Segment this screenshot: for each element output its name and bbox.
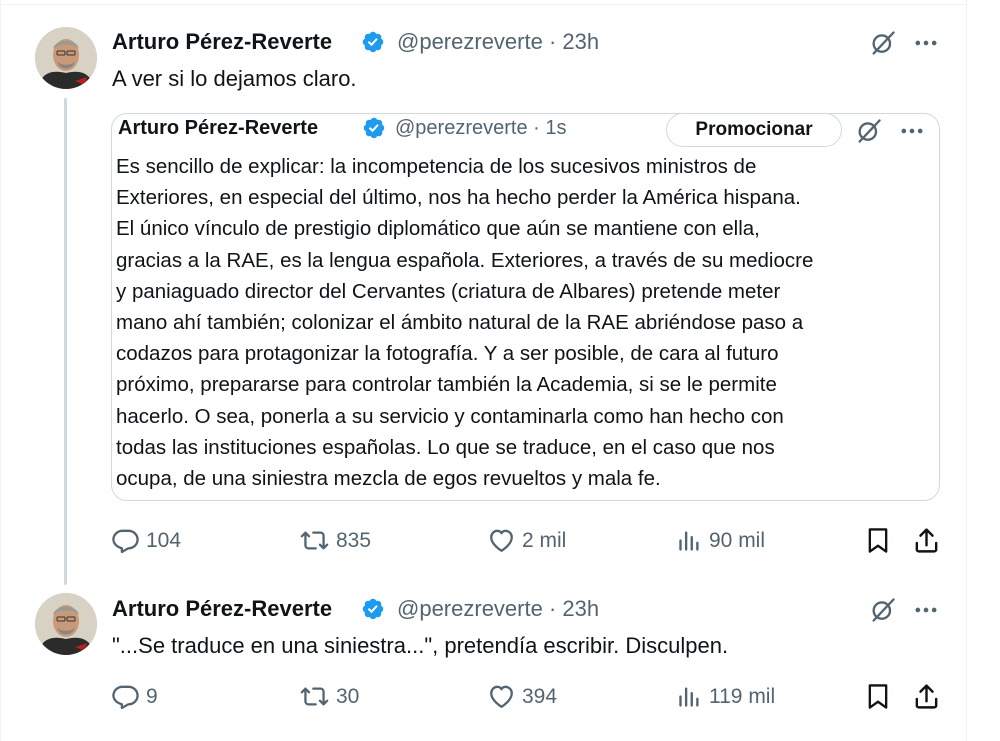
reply-button[interactable]: 9: [111, 682, 158, 711]
handle-text[interactable]: @perezreverte: [397, 29, 543, 54]
views-icon: [676, 682, 703, 711]
more-icon[interactable]: [898, 117, 926, 145]
repost-icon: [299, 526, 330, 555]
repost-count: 30: [336, 684, 360, 708]
avatar-image: [35, 27, 97, 89]
verified-badge-icon[interactable]: [361, 30, 385, 54]
author-handle[interactable]: @perezreverte · 23h: [397, 596, 599, 622]
handle-text[interactable]: @perezreverte: [397, 596, 543, 621]
author-name[interactable]: Arturo Pérez-Reverte: [112, 596, 332, 622]
grok-icon[interactable]: [869, 596, 897, 624]
share-icon[interactable]: [912, 526, 941, 555]
reply-count: 9: [146, 684, 158, 708]
quoted-author-name[interactable]: Arturo Pérez-Reverte: [118, 117, 318, 140]
more-icon[interactable]: [912, 596, 940, 624]
like-icon: [487, 682, 516, 711]
views-button[interactable]: 90 mil: [676, 526, 765, 555]
separator-dot: ·: [548, 596, 557, 621]
quoted-text-line: próximo, prepararse para controlar tambi…: [116, 373, 777, 397]
like-button[interactable]: 2 mil: [487, 526, 566, 555]
quoted-text-line: hacerlo. O sea, ponerla a su servicio y …: [116, 404, 784, 428]
reply-button[interactable]: 104: [111, 526, 181, 555]
like-count: 394: [522, 684, 558, 708]
reply-icon: [111, 682, 140, 711]
handle-text[interactable]: @perezreverte: [395, 117, 528, 139]
timeline-left-border: [0, 0, 1, 741]
quoted-text-line: gracias a la RAE, es la lengua española.…: [116, 248, 814, 272]
bookmark-icon[interactable]: [864, 526, 892, 555]
separator-dot: ·: [548, 29, 557, 54]
verified-badge-icon[interactable]: [361, 597, 385, 621]
quoted-text-line: y paniaguado director del Cervantes (cri…: [116, 279, 781, 303]
quoted-text-line: El único vínculo de prestigio diplomátic…: [116, 217, 760, 241]
promote-button[interactable]: Promocionar: [666, 113, 842, 147]
timeline-top-border: [0, 4, 967, 5]
quoted-text-line: Es sencillo de explicar: la incompetenci…: [116, 155, 757, 178]
views-count: 90 mil: [709, 528, 766, 552]
reply-count: 104: [146, 528, 182, 552]
author-handle[interactable]: @perezreverte · 23h: [397, 29, 599, 55]
views-icon: [676, 526, 703, 555]
quoted-author-handle[interactable]: @perezreverte · 1s: [395, 117, 567, 140]
reply-icon: [111, 526, 140, 555]
bookmark-icon[interactable]: [864, 682, 892, 711]
quoted-text-line: todas las instituciones españolas. Lo qu…: [116, 435, 775, 459]
like-button[interactable]: 394: [487, 682, 557, 711]
grok-icon[interactable]: [855, 117, 883, 145]
avatar[interactable]: [35, 593, 97, 655]
timestamp[interactable]: 23h: [562, 29, 599, 54]
quoted-tweet[interactable]: Arturo Pérez-Reverte @perezreverte · 1s …: [111, 113, 940, 501]
separator-dot: ·: [533, 117, 540, 139]
repost-icon: [299, 682, 330, 711]
author-name[interactable]: Arturo Pérez-Reverte: [112, 29, 332, 55]
timestamp[interactable]: 23h: [562, 596, 599, 621]
verified-badge-icon[interactable]: [362, 116, 386, 140]
timeline-right-border: [966, 0, 967, 741]
tweet-text: A ver si lo dejamos claro.: [112, 66, 357, 91]
views-button[interactable]: 119 mil: [676, 682, 775, 711]
repost-button[interactable]: 835: [299, 526, 371, 555]
like-icon: [487, 526, 516, 555]
share-icon[interactable]: [912, 682, 941, 711]
like-count: 2 mil: [522, 528, 567, 552]
repost-count: 835: [336, 528, 372, 552]
avatar[interactable]: [35, 27, 97, 89]
thread-connector-line: [64, 98, 67, 585]
grok-icon[interactable]: [869, 29, 897, 57]
views-count: 119 mil: [709, 684, 776, 708]
tweet-text: "...Se traduce en una siniestra...", pre…: [112, 633, 729, 658]
avatar-image: [35, 593, 97, 655]
timestamp[interactable]: 1s: [545, 117, 566, 139]
quoted-text-line: ocupa, de una siniestra mezcla de egos r…: [116, 467, 661, 491]
quoted-text-line: codazos para protagonizar la fotografía.…: [116, 342, 779, 366]
quoted-text-line: Exteriores, en especial del último, nos …: [116, 186, 801, 210]
more-icon[interactable]: [912, 29, 940, 57]
quoted-tweet-text: Es sencillo de explicar: la incompetenci…: [116, 151, 938, 494]
quoted-text-line: mano ahí también; colonizar el ámbito na…: [116, 311, 804, 335]
repost-button[interactable]: 30: [299, 682, 359, 711]
